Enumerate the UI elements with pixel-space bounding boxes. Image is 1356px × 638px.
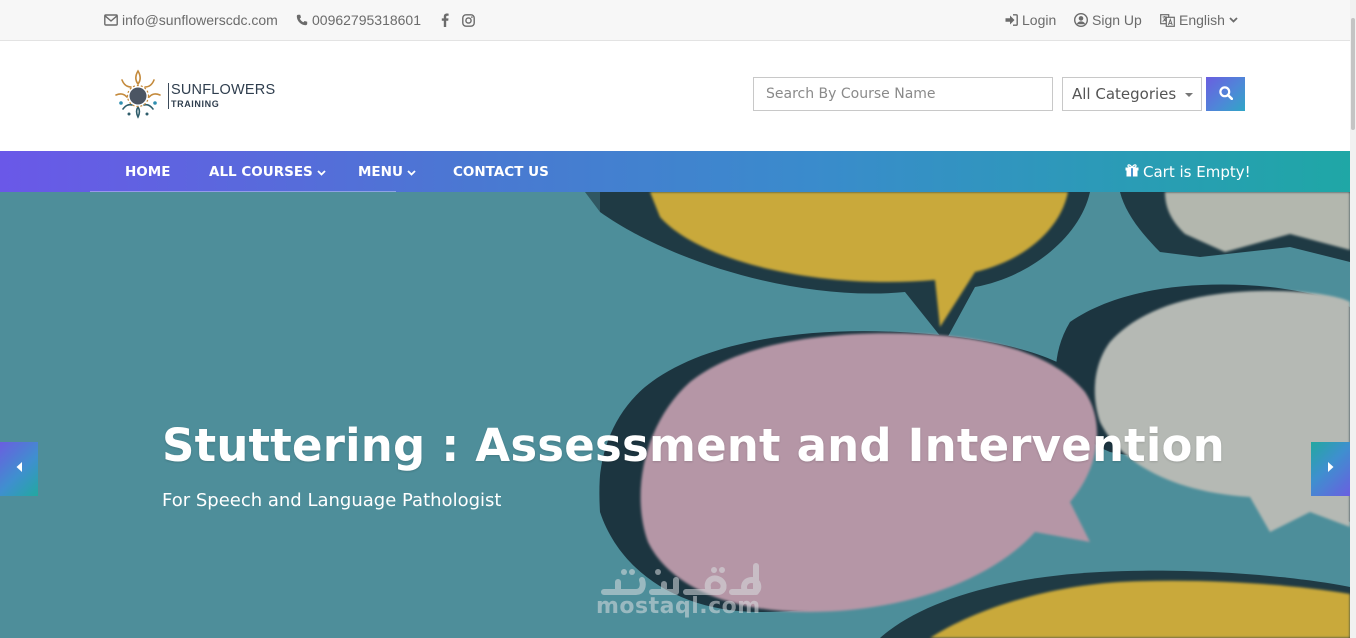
category-select[interactable]: All Categories [1062, 77, 1202, 111]
login-label: Login [1022, 12, 1057, 28]
hero-subtitle: For Speech and Language Pathologist [162, 490, 502, 511]
phone-icon [296, 14, 308, 26]
nav-menu-label: MENU [358, 163, 403, 180]
signup-link[interactable]: Sign Up [1074, 11, 1142, 29]
main-nav: HOME ALL COURSES MENU CONTACT US Cart is… [0, 151, 1350, 192]
nav-menu[interactable]: MENU [358, 151, 416, 192]
course-search-input[interactable] [753, 77, 1053, 111]
facebook-link[interactable] [441, 11, 449, 29]
nav-all-courses-label: ALL COURSES [209, 163, 313, 180]
phone-text: 00962795318601 [312, 12, 422, 28]
sign-in-icon [1005, 14, 1018, 26]
contact-phone[interactable]: 00962795318601 [296, 11, 421, 29]
logo-line-2: TRAINING [171, 98, 220, 109]
top-bar: info@sunflowerscdc.com 00962795318601 Lo… [0, 0, 1350, 41]
slider-next-button[interactable] [1311, 442, 1350, 496]
search-icon [1218, 85, 1233, 103]
chevron-down-icon [1229, 17, 1238, 23]
nav-home-label: HOME [125, 163, 171, 180]
sunflower-logo-icon [112, 67, 164, 126]
language-selector[interactable]: English [1160, 11, 1238, 29]
email-text: info@sunflowerscdc.com [122, 12, 278, 28]
logo-line-1: SUNFLOWERS [171, 82, 276, 99]
gift-icon [1125, 163, 1139, 181]
instagram-link[interactable] [462, 11, 475, 29]
chevron-down-icon [407, 164, 416, 180]
logo-wordmark: SUNFLOWERS TRAINING [168, 83, 275, 109]
watermark-text: mostaql.com [596, 594, 761, 619]
nav-all-courses[interactable]: ALL COURSES [209, 151, 326, 192]
cart-link[interactable]: Cart is Empty! [1125, 151, 1251, 192]
scrollbar-thumb[interactable] [1351, 18, 1355, 130]
caret-left-icon [15, 460, 23, 478]
category-selected-value: All Categories [1072, 85, 1177, 103]
site-logo[interactable]: SUNFLOWERS TRAINING [112, 67, 282, 125]
language-label: English [1179, 12, 1225, 28]
hero-slider: Stuttering : Assessment and Intervention… [0, 192, 1350, 638]
search-button[interactable] [1206, 77, 1245, 111]
envelope-icon [104, 14, 118, 26]
login-link[interactable]: Login [1005, 11, 1056, 29]
hero-title: Stuttering : Assessment and Intervention [162, 419, 1225, 472]
instagram-icon [462, 13, 475, 27]
nav-contact-us-label: CONTACT US [453, 163, 549, 180]
language-icon [1160, 13, 1175, 27]
facebook-icon [441, 13, 449, 27]
user-circle-icon [1074, 13, 1088, 27]
nav-home[interactable]: HOME [125, 151, 170, 192]
mostaql-watermark: mostaql.com [596, 562, 766, 632]
nav-contact-us[interactable]: CONTACT US [453, 151, 549, 192]
signup-label: Sign Up [1092, 12, 1142, 28]
caret-down-icon [1185, 93, 1193, 97]
caret-right-icon [1327, 460, 1335, 478]
chevron-down-icon [317, 164, 326, 180]
contact-email[interactable]: info@sunflowerscdc.com [104, 11, 278, 29]
slider-prev-button[interactable] [0, 442, 38, 496]
cart-label: Cart is Empty! [1143, 162, 1251, 181]
site-header: SUNFLOWERS TRAINING All Categories [0, 41, 1350, 151]
